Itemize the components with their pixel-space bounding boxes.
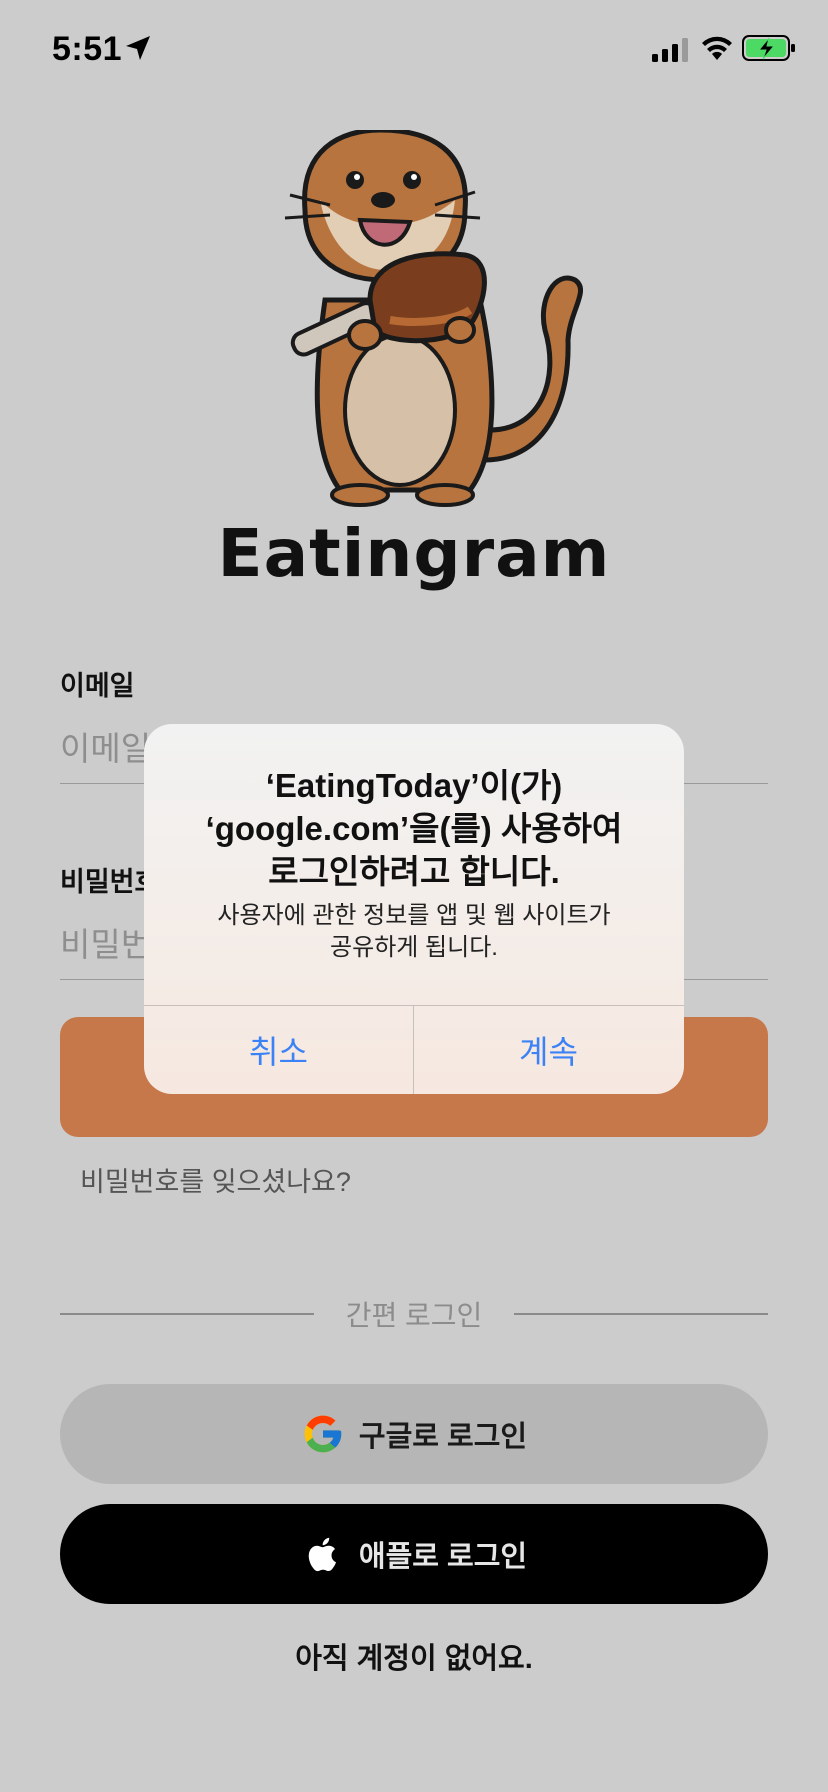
forgot-password-link[interactable]: 비밀번호를 잊으셨나요?	[80, 1160, 351, 1199]
google-login-label: 구글로 로그인	[358, 1421, 528, 1453]
alert-cancel-button[interactable]: 취소	[144, 1006, 413, 1094]
signal-icon	[652, 38, 688, 62]
location-arrow-icon	[126, 36, 150, 60]
divider-line-right	[514, 1313, 768, 1315]
apple-icon	[308, 1537, 336, 1572]
sign-in-permission-alert: ‘EatingToday’이(가) ‘google.com’을(를) 사용하여 …	[144, 724, 684, 1094]
google-icon	[304, 1415, 342, 1453]
otter-mascot-image	[284, 130, 583, 507]
battery-charging-icon	[742, 35, 795, 61]
apple-login-button[interactable]: 애플로 로그인	[60, 1504, 768, 1604]
alert-message: 사용자에 관한 정보를 앱 및 웹 사이트가 공유하게 됩니다.	[217, 902, 611, 961]
app-title: Eatingram	[217, 515, 611, 592]
alert-title: ‘EatingToday’이(가) ‘google.com’을(를) 사용하여 …	[205, 767, 623, 890]
apple-login-label: 애플로 로그인	[358, 1541, 528, 1573]
wifi-icon	[702, 36, 732, 60]
alert-continue-button[interactable]: 계속	[414, 1006, 683, 1094]
google-login-button[interactable]: 구글로 로그인	[60, 1384, 768, 1484]
email-label: 이메일	[60, 671, 135, 701]
status-time: 5:51	[52, 30, 123, 68]
signup-link[interactable]: 아직 계정이 없어요.	[0, 1635, 828, 1677]
status-bar: 5:51	[0, 0, 828, 100]
